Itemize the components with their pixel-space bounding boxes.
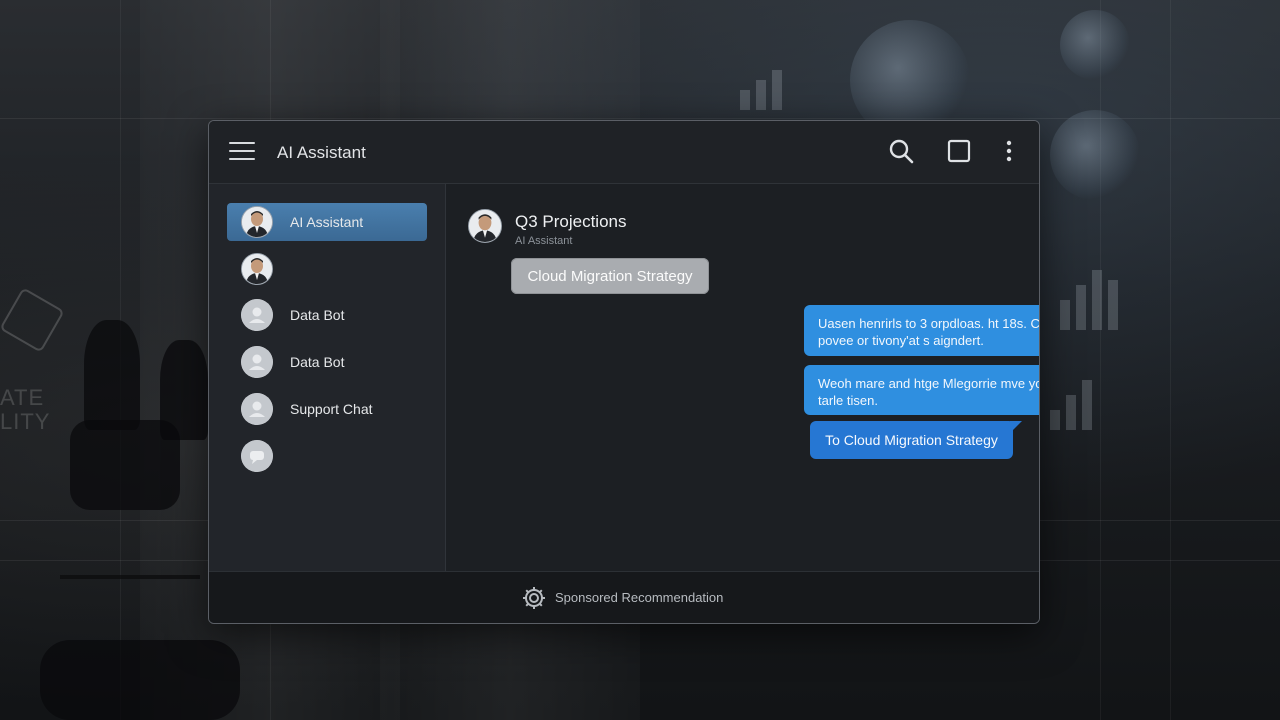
sidebar-item-ai-assistant[interactable]: AI Assistant [227, 203, 427, 241]
avatar [241, 206, 273, 238]
square-icon[interactable] [945, 137, 973, 165]
conversation-sidebar: AI Assistant Data Bot Data Bot Support C… [209, 184, 446, 571]
chat-title: Q3 Projections [515, 212, 627, 231]
app-title: AI Assistant [277, 143, 366, 162]
sidebar-item-label: Data Bot [290, 354, 345, 370]
sidebar-item-data-bot-2[interactable]: Data Bot [227, 343, 427, 381]
avatar [241, 253, 273, 285]
outgoing-message: To Cloud Migration Strategy [810, 421, 1022, 459]
person-icon [241, 299, 273, 331]
person-icon [241, 393, 273, 425]
incoming-message: Cloud Migration Strategy [511, 258, 709, 294]
sidebar-item-label: Data Bot [290, 307, 345, 323]
sponsored-label: Sponsored Recommendation [555, 590, 724, 605]
search-icon[interactable] [887, 137, 915, 165]
menu-icon[interactable] [229, 141, 255, 161]
chat-bubble-icon [241, 440, 273, 472]
sidebar-item-contact[interactable] [227, 250, 427, 288]
sidebar-item-label: AI Assistant [290, 214, 364, 230]
sidebar-item-support-chat[interactable]: Support Chat [227, 390, 427, 428]
avatar [468, 209, 502, 243]
message-bubble: Weoh mare and htge Mlegorrie mve your ta… [804, 365, 1039, 415]
sidebar-item-chat[interactable] [227, 437, 427, 475]
sidebar-item-label: Support Chat [290, 401, 373, 417]
person-icon [241, 346, 273, 378]
chat-app-window: AI Assistant AI Assistant Data Bot Data … [208, 120, 1040, 624]
chat-panel: Q3 Projections AI Assistant Cloud Migrat… [446, 184, 1039, 571]
sidebar-item-data-bot[interactable]: Data Bot [227, 296, 427, 334]
app-header: AI Assistant [209, 121, 1039, 184]
chat-subtitle: AI Assistant [515, 235, 573, 247]
message-bubble: Uasen henrirls to 3 orpdloas. ht 18s. Ct… [804, 305, 1039, 356]
gear-icon [523, 587, 545, 609]
app-footer: Sponsored Recommendation [209, 571, 1039, 623]
more-vert-icon[interactable] [995, 137, 1023, 165]
